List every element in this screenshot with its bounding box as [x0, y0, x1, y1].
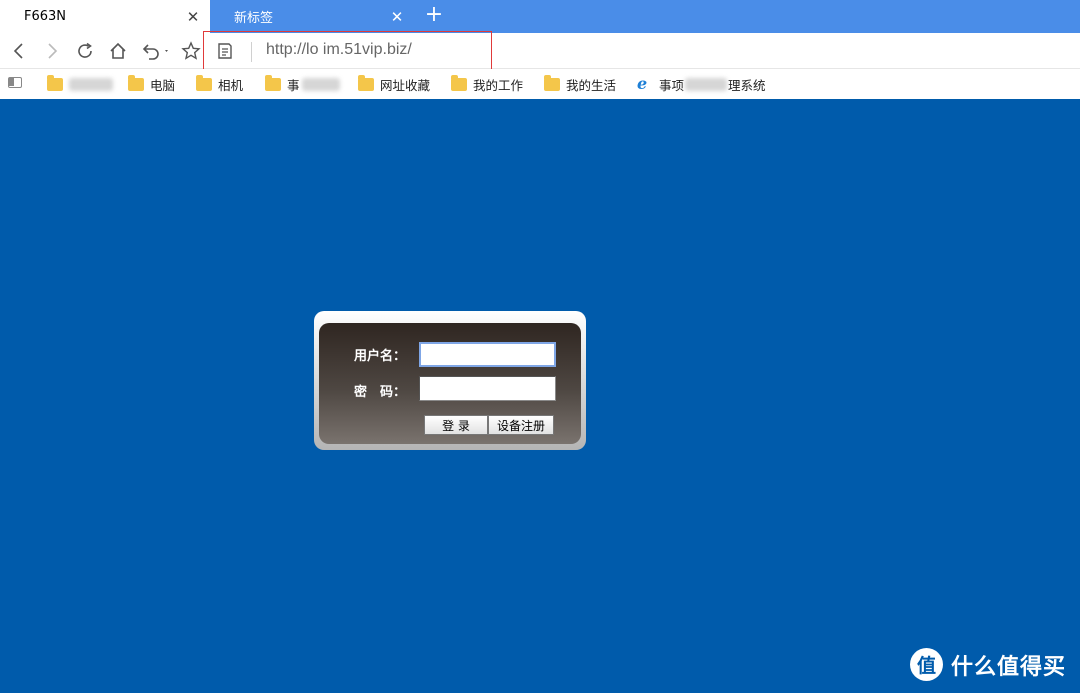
- new-tab-button[interactable]: +: [422, 4, 446, 28]
- bookmark-label: 我的生活: [566, 77, 617, 93]
- home-icon[interactable]: [106, 39, 130, 63]
- watermark-logo-icon: 值: [910, 648, 943, 681]
- tab-new[interactable]: 新标签 ✕: [210, 0, 414, 33]
- bookmarks-bar: 电脑 相机 事 网址收藏 我的工作 我的生活 e 事项 理系统: [0, 69, 1080, 99]
- bookmark-label: 相机: [218, 77, 244, 93]
- folder-icon: [358, 74, 374, 91]
- bookmark-item[interactable]: 我的工作: [451, 74, 524, 93]
- folder-icon: [265, 74, 281, 91]
- close-icon[interactable]: ✕: [182, 8, 204, 26]
- blurred-label: [685, 77, 728, 91]
- bookmark-item[interactable]: 我的生活: [544, 74, 617, 93]
- tab-title: 新标签: [234, 11, 274, 26]
- login-button[interactable]: 登 录: [424, 415, 488, 435]
- bookmark-label: 网址收藏: [380, 77, 431, 93]
- login-form: 用户名： 密 码： 登 录 设备注册: [319, 323, 581, 444]
- bookmark-label: 电脑: [150, 77, 176, 93]
- bookmark-item[interactable]: 事: [265, 74, 340, 93]
- tab-f663n[interactable]: F663N ✕: [0, 0, 210, 33]
- close-icon[interactable]: ✕: [386, 8, 408, 26]
- sidebar-toggle-icon[interactable]: [8, 77, 22, 88]
- login-panel: 用户名： 密 码： 登 录 设备注册: [314, 311, 586, 450]
- bookmark-item[interactable]: e 事项 理系统: [637, 75, 766, 93]
- watermark: 值 什么值得买: [910, 648, 1066, 681]
- star-icon[interactable]: [179, 39, 203, 63]
- username-input[interactable]: [419, 342, 556, 367]
- toolbar: http://lo im.51vip.biz/: [0, 33, 1080, 69]
- forward-icon[interactable]: [40, 39, 64, 63]
- password-label: 密 码：: [354, 385, 407, 400]
- ie-icon: e: [637, 74, 648, 93]
- bookmark-label: 我的工作: [473, 77, 524, 93]
- register-device-button[interactable]: 设备注册: [488, 415, 554, 435]
- watermark-text: 什么值得买: [951, 654, 1067, 680]
- blurred-label: [301, 77, 340, 91]
- tab-title: F663N: [24, 9, 67, 24]
- bookmark-item[interactable]: 电脑: [128, 74, 176, 93]
- username-label: 用户名：: [354, 349, 407, 364]
- blurred-label: [69, 77, 113, 91]
- reload-icon[interactable]: [73, 39, 97, 63]
- bookmark-item[interactable]: 网址收藏: [358, 74, 431, 93]
- folder-icon: [47, 74, 63, 91]
- tab-bar: F663N ✕ 新标签 ✕ +: [0, 0, 1080, 33]
- folder-icon: [451, 74, 467, 91]
- bookmark-blurred[interactable]: [47, 74, 113, 93]
- undo-icon[interactable]: [139, 39, 173, 63]
- folder-icon: [544, 74, 560, 91]
- bookmark-label-suffix: 理系统: [728, 77, 766, 93]
- folder-icon: [128, 74, 144, 91]
- back-icon[interactable]: [7, 39, 31, 63]
- bookmark-item[interactable]: 相机: [196, 74, 244, 93]
- bookmark-label: 事: [287, 77, 300, 93]
- bookmark-label: 事项: [659, 77, 685, 93]
- folder-icon: [196, 74, 212, 91]
- password-input[interactable]: [419, 376, 556, 401]
